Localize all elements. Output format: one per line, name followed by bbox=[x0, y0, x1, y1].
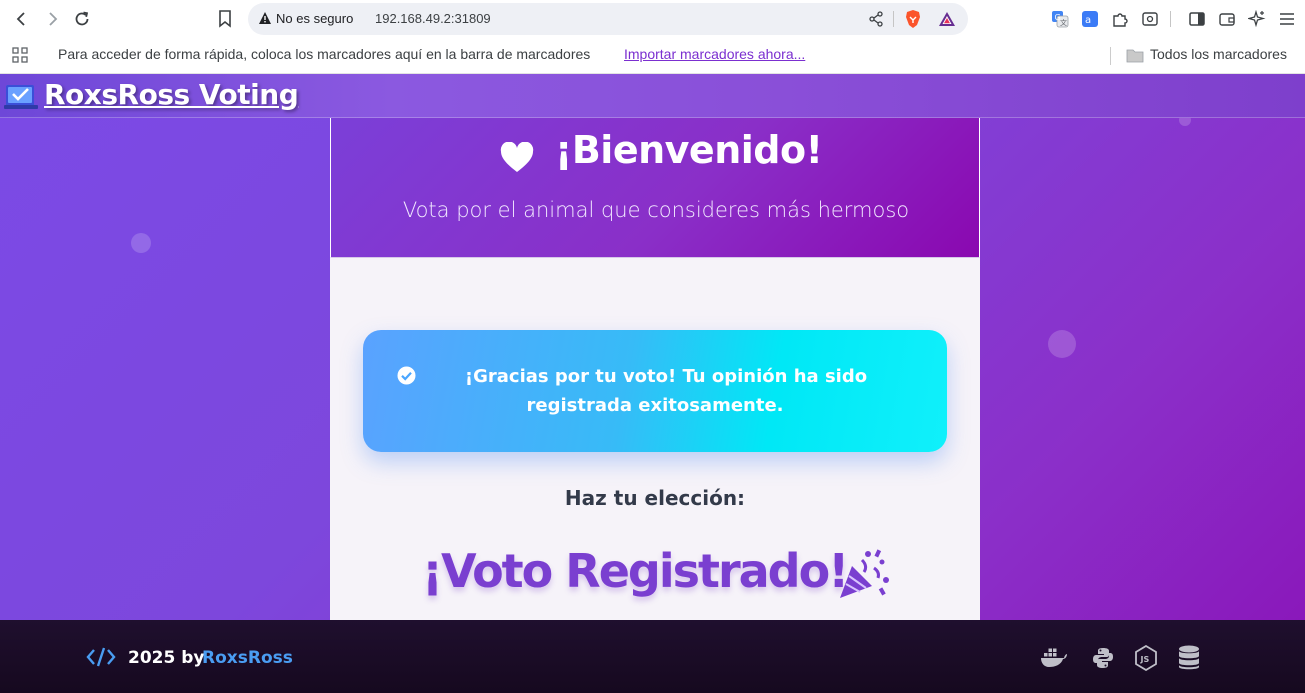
screenshot-button[interactable] bbox=[1139, 8, 1161, 30]
menu-button[interactable] bbox=[1276, 8, 1298, 30]
database-icon bbox=[1179, 645, 1199, 670]
success-message: ¡Gracias por tu voto! Tu opinión ha sido… bbox=[393, 362, 917, 420]
heart-icon bbox=[500, 142, 534, 172]
welcome-hero: ¡Bienvenido! Vota por el animal que cons… bbox=[330, 118, 980, 258]
success-alert: ¡Gracias por tu voto! Tu opinión ha sido… bbox=[363, 330, 947, 452]
choose-heading: Haz tu elección: bbox=[564, 486, 746, 510]
nodejs-tech: JS bbox=[1132, 644, 1160, 672]
puzzle-icon bbox=[1113, 13, 1128, 27]
bookmark-icon bbox=[219, 10, 231, 28]
hamburger-menu-icon bbox=[1280, 13, 1294, 25]
leo-ai-button[interactable] bbox=[1246, 8, 1268, 30]
brave-lion-icon bbox=[906, 10, 920, 28]
translate-extension-button[interactable]: a bbox=[1079, 8, 1101, 30]
footer-copyright: 2025 by bbox=[128, 648, 205, 668]
database-tech bbox=[1175, 644, 1203, 672]
vote-registered-title: ¡Voto Registrado! bbox=[422, 544, 849, 598]
screenshot-icon bbox=[1142, 12, 1158, 26]
python-icon bbox=[1093, 648, 1113, 668]
sidebar-icon bbox=[1189, 12, 1205, 26]
brave-shields-button[interactable] bbox=[903, 9, 923, 29]
docker-icon bbox=[1041, 648, 1067, 667]
welcome-title: ¡Bienvenido! bbox=[555, 128, 823, 172]
share-icon bbox=[869, 11, 883, 27]
translate-extension-icon: a bbox=[1082, 11, 1098, 27]
decor-bubble bbox=[131, 233, 151, 253]
reload-icon bbox=[75, 11, 89, 26]
share-button[interactable] bbox=[866, 9, 886, 29]
extensions-button[interactable] bbox=[1109, 8, 1131, 30]
sidebar-button[interactable] bbox=[1186, 8, 1208, 30]
app-header: RoxsRoss Voting bbox=[0, 74, 1305, 118]
wallet-icon bbox=[1219, 13, 1235, 26]
browser-toolbar: No es seguro 192.168.49.2:31809 G文 a bbox=[0, 0, 1305, 38]
python-tech bbox=[1089, 644, 1117, 672]
svg-text:文: 文 bbox=[1060, 18, 1067, 27]
decor-bubble bbox=[1048, 330, 1076, 358]
address-bar[interactable]: No es seguro 192.168.49.2:31809 bbox=[248, 3, 968, 35]
bookmark-page-button[interactable] bbox=[213, 7, 237, 31]
back-icon bbox=[16, 12, 25, 26]
svg-text:a: a bbox=[1085, 15, 1091, 26]
import-bookmarks-link[interactable]: Importar marcadores ahora... bbox=[624, 46, 805, 62]
reload-button[interactable] bbox=[70, 7, 94, 31]
all-bookmarks-button[interactable]: Todos los marcadores bbox=[1150, 46, 1287, 62]
forward-button[interactable] bbox=[40, 7, 64, 31]
sparkle-icon bbox=[1248, 10, 1266, 28]
brave-rewards-button[interactable] bbox=[937, 9, 957, 29]
ballot-box-icon bbox=[4, 85, 38, 109]
docker-tech bbox=[1040, 644, 1068, 672]
bookmarks-prompt: Para acceder de forma rápida, coloca los… bbox=[58, 46, 591, 62]
party-popper-icon bbox=[840, 549, 889, 598]
warning-icon bbox=[259, 12, 271, 24]
brand-link[interactable]: RoxsRoss Voting bbox=[44, 78, 299, 111]
bookmarks-divider bbox=[1110, 47, 1111, 65]
omnibox-divider bbox=[893, 11, 894, 27]
code-icon bbox=[86, 647, 116, 667]
apps-grid-icon[interactable] bbox=[11, 46, 29, 64]
page-viewport: RoxsRoss Voting ¡Bienvenido! Vota por el… bbox=[0, 74, 1305, 693]
google-translate-icon: G文 bbox=[1052, 11, 1069, 28]
voting-card: ¡Bienvenido! Vota por el animal que cons… bbox=[330, 118, 980, 638]
wallet-button[interactable] bbox=[1216, 8, 1238, 30]
svg-text:JS: JS bbox=[1140, 655, 1150, 664]
security-label[interactable]: No es seguro bbox=[276, 11, 353, 26]
rewards-triangle-icon bbox=[939, 12, 955, 26]
page-footer: 2025 by RoxsRoss JS bbox=[0, 620, 1305, 693]
forward-icon bbox=[49, 12, 58, 26]
success-message-text: ¡Gracias por tu voto! Tu opinión ha sido… bbox=[464, 366, 868, 416]
folder-icon bbox=[1126, 49, 1144, 63]
welcome-subtitle: Vota por el animal que consideres más he… bbox=[402, 198, 910, 222]
nodejs-icon: JS bbox=[1135, 645, 1157, 671]
footer-author: RoxsRoss bbox=[202, 648, 293, 668]
translate-button[interactable]: G文 bbox=[1049, 8, 1071, 30]
back-button[interactable] bbox=[10, 7, 34, 31]
bookmarks-bar: Para acceder de forma rápida, coloca los… bbox=[0, 38, 1305, 74]
url-text[interactable]: 192.168.49.2:31809 bbox=[375, 11, 491, 26]
toolbar-divider bbox=[1170, 11, 1171, 27]
